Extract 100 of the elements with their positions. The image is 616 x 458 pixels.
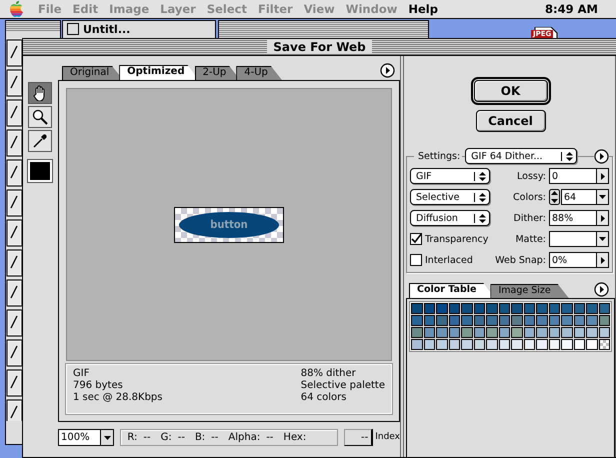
stepper-icon[interactable] (549, 189, 560, 205)
settings-label: Settings: (414, 150, 462, 162)
color-swatch[interactable] (511, 339, 522, 350)
color-swatch[interactable] (474, 303, 485, 314)
color-swatch[interactable] (586, 339, 598, 350)
color-swatch[interactable] (524, 303, 535, 314)
color-swatch[interactable] (424, 315, 435, 326)
color-swatch[interactable] (498, 339, 510, 350)
color-swatch[interactable] (561, 339, 572, 350)
color-swatch[interactable] (561, 327, 572, 338)
tab[interactable]: Image Size (490, 284, 569, 298)
color-swatch[interactable] (598, 327, 610, 338)
input-field[interactable] (549, 231, 597, 247)
input-field[interactable]: 88% (549, 210, 597, 226)
color-swatch[interactable] (524, 327, 535, 338)
color-swatch[interactable] (498, 315, 510, 326)
color-swatch[interactable] (436, 327, 448, 338)
tool-button[interactable] (28, 82, 52, 104)
color-swatch[interactable] (536, 339, 548, 350)
cancel-button[interactable]: Cancel (476, 110, 546, 132)
color-swatch[interactable] (448, 327, 460, 338)
color-swatch[interactable] (436, 315, 448, 326)
color-swatch[interactable] (536, 315, 548, 326)
color-swatch[interactable] (461, 315, 472, 326)
menu-item[interactable]: Help (408, 2, 438, 16)
color-swatch[interactable] (586, 327, 598, 338)
updown-arrows-icon (474, 172, 486, 180)
color-swatch[interactable] (461, 339, 472, 350)
color-swatch[interactable] (574, 327, 585, 338)
color-swatch[interactable] (598, 303, 610, 314)
color-swatch[interactable] (448, 339, 460, 350)
apple-icon[interactable] (10, 1, 24, 17)
readout-label: G: (160, 432, 172, 443)
color-swatch[interactable] (586, 315, 598, 326)
color-swatch[interactable] (498, 303, 510, 314)
color-swatch[interactable] (548, 339, 560, 350)
tool-button[interactable] (28, 130, 52, 152)
color-swatch[interactable] (598, 315, 610, 326)
color-swatch[interactable] (548, 315, 560, 326)
color-swatch[interactable] (411, 303, 422, 314)
slider-arrow-button[interactable] (597, 252, 609, 268)
dropdown-arrow-button[interactable] (597, 189, 609, 205)
color-swatch[interactable] (561, 303, 572, 314)
color-swatch[interactable] (474, 327, 485, 338)
color-swatch[interactable] (536, 327, 548, 338)
eyedropper-icon (32, 133, 48, 149)
color-swatch[interactable] (524, 339, 535, 350)
color-swatch[interactable] (474, 315, 485, 326)
color-swatch[interactable] (474, 339, 485, 350)
color-swatch[interactable] (486, 339, 498, 350)
color-swatch[interactable] (586, 303, 598, 314)
color-swatch[interactable] (574, 303, 585, 314)
color-swatch[interactable] (574, 339, 585, 350)
color-swatch[interactable] (486, 303, 498, 314)
checkbox[interactable] (410, 233, 422, 245)
color-swatch[interactable] (411, 315, 422, 326)
color-swatch[interactable] (548, 327, 560, 338)
color-swatch[interactable] (436, 339, 448, 350)
color-swatch[interactable] (511, 327, 522, 338)
color-swatch[interactable] (424, 303, 435, 314)
color-swatch[interactable] (448, 315, 460, 326)
dropdown[interactable]: Diffusion (410, 210, 490, 226)
color-swatch[interactable] (424, 339, 435, 350)
window-title: Untitl... (83, 23, 130, 36)
color-swatch[interactable] (561, 315, 572, 326)
dropdown[interactable]: GIF (410, 168, 490, 184)
input-field[interactable]: 0% (549, 252, 597, 268)
color-swatch[interactable] (574, 315, 585, 326)
color-swatch[interactable] (486, 327, 498, 338)
tab[interactable]: 4-Up (236, 66, 282, 80)
readout-value: -- (178, 432, 185, 443)
checkbox-label: Interlaced (425, 254, 473, 266)
color-swatch[interactable] (436, 303, 448, 314)
field-label: Web Snap: (495, 254, 546, 266)
checkbox[interactable] (410, 254, 422, 266)
input-field[interactable]: 0 (549, 168, 597, 184)
color-swatch[interactable] (548, 303, 560, 314)
transparent-swatch[interactable] (598, 339, 610, 350)
color-swatch[interactable] (498, 327, 510, 338)
color-swatch[interactable] (536, 303, 548, 314)
color-swatch[interactable] (486, 315, 498, 326)
zoom-dropdown[interactable]: 100% (58, 429, 114, 446)
slider-arrow-button[interactable] (597, 168, 609, 184)
slider-arrow-button[interactable] (597, 210, 609, 226)
preset-dropdown[interactable]: GIF 64 Dither... (465, 148, 578, 164)
color-swatch[interactable] (524, 315, 535, 326)
close-box[interactable] (67, 23, 79, 35)
color-swatch[interactable] (411, 339, 422, 350)
color-swatch[interactable] (511, 315, 522, 326)
dropdown-arrow-button[interactable] (597, 231, 609, 247)
color-swatch[interactable] (511, 303, 522, 314)
circle-arrow-icon[interactable] (594, 148, 609, 164)
tool-button[interactable] (28, 106, 52, 128)
color-swatch[interactable] (461, 303, 472, 314)
color-swatch[interactable] (411, 327, 422, 338)
dropdown[interactable]: Selective (410, 189, 490, 205)
input-field[interactable]: 64 (561, 189, 597, 205)
color-swatch[interactable] (448, 303, 460, 314)
color-swatch[interactable] (461, 327, 472, 338)
color-swatch[interactable] (424, 327, 435, 338)
